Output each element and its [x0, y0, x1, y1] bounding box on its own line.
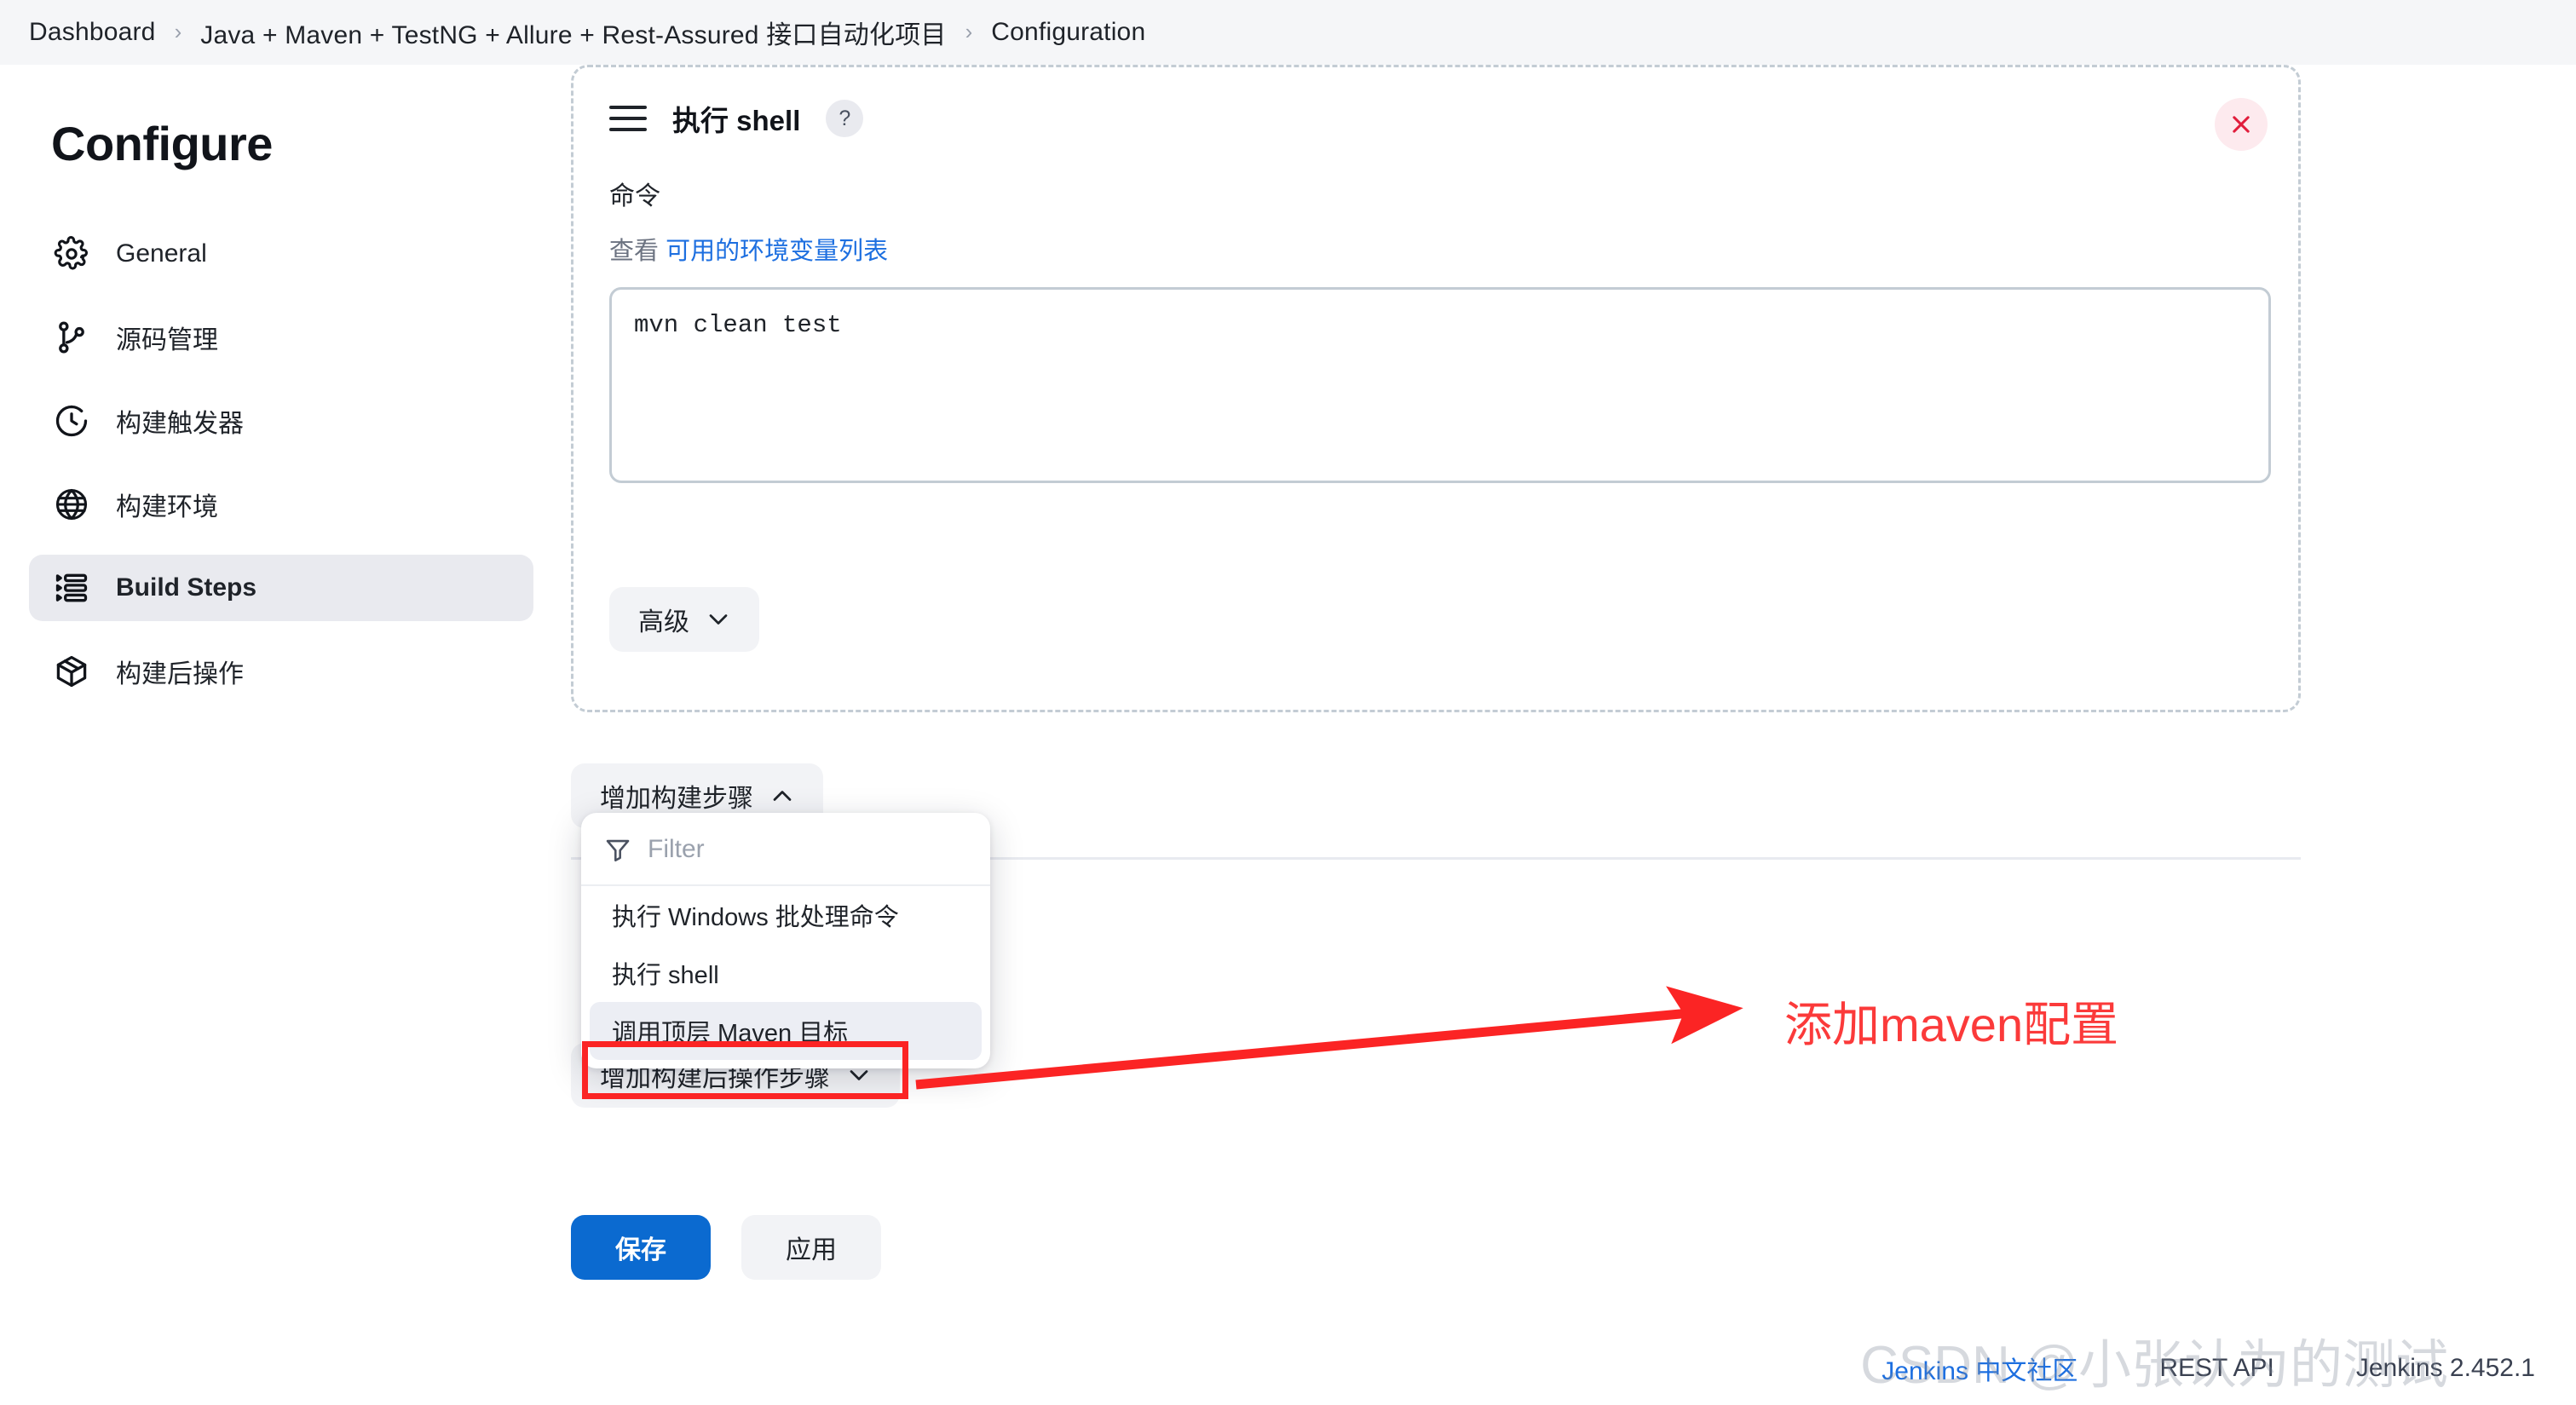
build-step-title: 执行 shell: [672, 105, 801, 136]
menu-item-windows-batch[interactable]: 执行 Windows 批处理命令: [590, 886, 982, 944]
close-button[interactable]: [2215, 98, 2268, 151]
breadcrumb-separator-icon: ›: [965, 18, 973, 44]
sidebar-item-label: 构建触发器: [116, 410, 244, 438]
save-button[interactable]: 保存: [571, 1215, 711, 1280]
jenkins-community-link[interactable]: Jenkins 中文社区: [1882, 1350, 2078, 1387]
sidebar: Configure General 源码管理 构建触发器 构建环境 Build …: [0, 65, 562, 1405]
sidebar-item-source-control[interactable]: 源码管理: [29, 304, 533, 371]
build-step-dropdown: 执行 Windows 批处理命令 执行 shell 调用顶层 Maven 目标: [581, 813, 990, 1068]
clock-icon: [53, 402, 90, 440]
build-step-panel: 执行 shell ? 命令 查看 可用的环境变量列表 高级: [571, 65, 2301, 712]
annotation-text: 添加maven配置: [1784, 998, 2119, 1051]
jenkins-configure-page: Dashboard › Java + Maven + TestNG + Allu…: [0, 0, 2576, 1405]
sidebar-item-build-triggers[interactable]: 构建触发器: [29, 388, 533, 454]
breadcrumb-item-configuration[interactable]: Configuration: [991, 18, 1145, 47]
sidebar-item-label: Build Steps: [116, 573, 257, 602]
drag-handle-icon[interactable]: [609, 100, 647, 137]
package-icon: [53, 653, 90, 690]
jenkins-version: Jenkins 2.452.1: [2355, 1354, 2535, 1382]
chevron-down-icon: [850, 1070, 868, 1080]
advanced-label: 高级: [638, 608, 689, 636]
sidebar-item-label: 源码管理: [116, 326, 218, 354]
footer: Jenkins 中文社区 REST API Jenkins 2.452.1: [0, 1332, 2576, 1405]
filter-icon: [606, 839, 630, 862]
chevron-down-icon: [709, 614, 728, 625]
globe-icon: [53, 486, 90, 523]
form-actions: 保存 应用: [571, 1215, 881, 1280]
breadcrumb: Dashboard › Java + Maven + TestNG + Allu…: [0, 0, 2576, 65]
sidebar-item-build-steps[interactable]: Build Steps: [29, 555, 533, 621]
breadcrumb-item-dashboard[interactable]: Dashboard: [29, 18, 156, 47]
gear-icon: [53, 235, 90, 273]
filter-input[interactable]: [648, 835, 968, 864]
sidebar-item-general[interactable]: General: [29, 221, 533, 287]
build-step-header: 执行 shell ?: [573, 67, 2298, 139]
main-content: 执行 shell ? 命令 查看 可用的环境变量列表 高级: [562, 65, 2576, 1405]
page-title: Configure: [51, 117, 273, 170]
help-icon[interactable]: ?: [826, 100, 864, 137]
env-variables-line: 查看 可用的环境变量列表: [609, 231, 2298, 267]
filter-row: [581, 813, 990, 886]
breadcrumb-separator-icon: ›: [174, 18, 182, 44]
git-branch-icon: [53, 319, 90, 356]
chevron-up-icon: [773, 791, 792, 801]
env-prefix-text: 查看: [609, 238, 660, 265]
advanced-button[interactable]: 高级: [609, 587, 759, 652]
list-icon: [53, 569, 90, 607]
breadcrumb-item-project[interactable]: Java + Maven + TestNG + Allure + Rest-As…: [200, 14, 946, 51]
env-variables-link[interactable]: 可用的环境变量列表: [666, 238, 888, 265]
add-build-step-label: 增加构建步骤: [600, 785, 753, 813]
sidebar-item-label: 构建环境: [116, 493, 218, 521]
sidebar-item-build-environment[interactable]: 构建环境: [29, 471, 533, 538]
sidebar-item-post-build-actions[interactable]: 构建后操作: [29, 638, 533, 705]
close-icon: [2233, 116, 2250, 133]
rest-api-link[interactable]: REST API: [2159, 1354, 2274, 1383]
sidebar-nav: General 源码管理 构建触发器 构建环境 Build Steps 构建后操…: [0, 221, 562, 705]
command-textarea[interactable]: [609, 287, 2271, 483]
menu-item-invoke-maven-targets[interactable]: 调用顶层 Maven 目标: [590, 1002, 982, 1060]
command-label: 命令: [609, 182, 660, 210]
apply-button[interactable]: 应用: [741, 1215, 881, 1280]
sidebar-item-label: 构建后操作: [116, 660, 244, 688]
sidebar-item-label: General: [116, 239, 207, 268]
menu-item-execute-shell[interactable]: 执行 shell: [590, 944, 982, 1002]
